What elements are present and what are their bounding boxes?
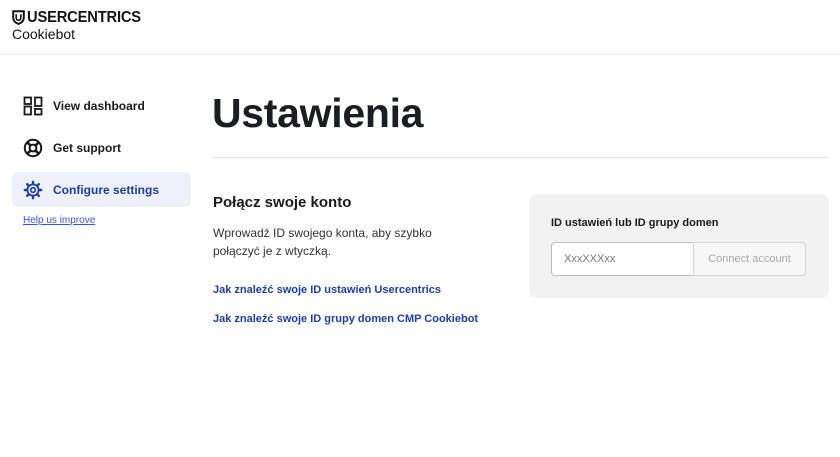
find-domain-group-id-link[interactable]: Jak znaleźć swoje ID grupy domen CMP Coo…	[213, 313, 478, 325]
connect-section-title: Połącz swoje konto	[213, 194, 352, 211]
dashboard-grid-icon	[23, 96, 43, 116]
brand-product: Cookiebot	[12, 26, 76, 42]
shield-logo-icon	[12, 10, 25, 25]
sidebar-item-label: Configure settings	[53, 182, 160, 197]
lifebuoy-icon	[23, 138, 43, 158]
sidebar: View dashboard Get support Configure set…	[12, 88, 191, 226]
sidebar-item-label: View dashboard	[53, 98, 145, 113]
gear-icon	[23, 180, 43, 200]
connect-section-description: Wprowadź ID swojego konta, aby szybko po…	[213, 226, 432, 258]
top-bar: USERCENTRICS Cookiebot	[0, 0, 840, 55]
help-us-improve-link[interactable]: Help us improve	[23, 215, 191, 226]
settings-id-input[interactable]	[551, 242, 694, 276]
connect-account-card: ID ustawień lub ID grupy domen Connect a…	[529, 194, 829, 298]
id-field-label: ID ustawień lub ID grupy domen	[551, 217, 719, 229]
sidebar-item-get-support[interactable]: Get support	[12, 130, 191, 165]
sidebar-item-view-dashboard[interactable]: View dashboard	[12, 88, 191, 123]
find-settings-id-link[interactable]: Jak znaleźć swoje ID ustawień Usercentri…	[213, 284, 441, 296]
page-title: Ustawienia	[212, 90, 424, 136]
sidebar-item-configure-settings[interactable]: Configure settings	[12, 172, 191, 207]
sidebar-item-label: Get support	[53, 140, 121, 155]
connect-account-button[interactable]: Connect account	[693, 242, 806, 276]
title-divider	[212, 157, 829, 158]
brand-name: USERCENTRICS	[27, 9, 141, 26]
brand-logo[interactable]: USERCENTRICS Cookiebot	[12, 9, 151, 42]
